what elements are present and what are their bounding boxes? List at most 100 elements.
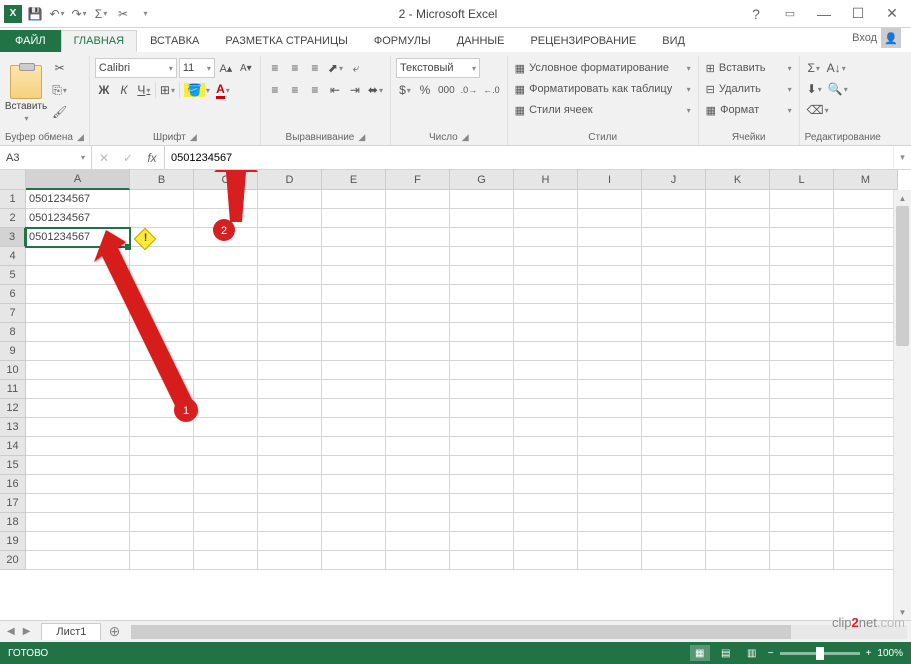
row-header-3[interactable]: 3 — [0, 228, 26, 247]
column-header-L[interactable]: L — [770, 170, 834, 190]
help-button[interactable]: ? — [741, 4, 771, 24]
cell-I7[interactable] — [578, 304, 642, 323]
cell-G17[interactable] — [450, 494, 514, 513]
cell-D20[interactable] — [258, 551, 322, 570]
format-as-table-button[interactable]: ▦ Форматировать как таблицу▾ — [513, 79, 693, 99]
cell-E16[interactable] — [322, 475, 386, 494]
cell-J5[interactable] — [642, 266, 706, 285]
cell-C2[interactable] — [194, 209, 258, 228]
cell-C18[interactable] — [194, 513, 258, 532]
number-format-combo[interactable]: Текстовый▾ — [396, 58, 480, 78]
cell-E2[interactable] — [322, 209, 386, 228]
cell-F1[interactable] — [386, 190, 450, 209]
cell-E19[interactable] — [322, 532, 386, 551]
zoom-in-button[interactable]: + — [866, 648, 872, 659]
cell-F9[interactable] — [386, 342, 450, 361]
cell-C12[interactable] — [194, 399, 258, 418]
cell-D9[interactable] — [258, 342, 322, 361]
cell-I12[interactable] — [578, 399, 642, 418]
scroll-up-button[interactable]: ▲ — [894, 190, 911, 206]
cell-G10[interactable] — [450, 361, 514, 380]
cell-H11[interactable] — [514, 380, 578, 399]
cell-B8[interactable] — [130, 323, 194, 342]
cell-A11[interactable] — [26, 380, 130, 399]
cell-M10[interactable] — [834, 361, 898, 380]
cell-E9[interactable] — [322, 342, 386, 361]
align-middle-button[interactable]: ≡ — [286, 58, 304, 78]
cell-I1[interactable] — [578, 190, 642, 209]
cell-A1[interactable]: 0501234567 — [26, 190, 130, 209]
cell-G11[interactable] — [450, 380, 514, 399]
cell-B20[interactable] — [130, 551, 194, 570]
cell-F17[interactable] — [386, 494, 450, 513]
cell-I16[interactable] — [578, 475, 642, 494]
cell-M5[interactable] — [834, 266, 898, 285]
cell-H12[interactable] — [514, 399, 578, 418]
row-header-16[interactable]: 16 — [0, 475, 26, 494]
row-header-9[interactable]: 9 — [0, 342, 26, 361]
cancel-formula-button[interactable]: ✕ — [92, 146, 116, 169]
cell-E1[interactable] — [322, 190, 386, 209]
cell-J9[interactable] — [642, 342, 706, 361]
cell-B2[interactable] — [130, 209, 194, 228]
cell-K9[interactable] — [706, 342, 770, 361]
cell-L11[interactable] — [770, 380, 834, 399]
cell-B14[interactable] — [130, 437, 194, 456]
cell-L8[interactable] — [770, 323, 834, 342]
redo-button[interactable]: ↷▾ — [69, 4, 89, 24]
cell-B5[interactable] — [130, 266, 194, 285]
cell-A18[interactable] — [26, 513, 130, 532]
cell-F12[interactable] — [386, 399, 450, 418]
cell-F15[interactable] — [386, 456, 450, 475]
cell-D14[interactable] — [258, 437, 322, 456]
wrap-text-button[interactable]: ⤶ — [347, 58, 365, 78]
cell-I3[interactable] — [578, 228, 642, 247]
cell-C8[interactable] — [194, 323, 258, 342]
cell-J2[interactable] — [642, 209, 706, 228]
cell-K19[interactable] — [706, 532, 770, 551]
bold-button[interactable]: Ж — [95, 80, 113, 100]
cell-styles-button[interactable]: ▦ Стили ячеек▾ — [513, 100, 693, 120]
cell-F2[interactable] — [386, 209, 450, 228]
cell-B18[interactable] — [130, 513, 194, 532]
cell-L6[interactable] — [770, 285, 834, 304]
cell-J15[interactable] — [642, 456, 706, 475]
cell-G2[interactable] — [450, 209, 514, 228]
cell-L20[interactable] — [770, 551, 834, 570]
cell-J4[interactable] — [642, 247, 706, 266]
cell-G12[interactable] — [450, 399, 514, 418]
increase-decimal-button[interactable]: .0→ — [459, 80, 480, 100]
cell-A9[interactable] — [26, 342, 130, 361]
column-header-D[interactable]: D — [258, 170, 322, 190]
alignment-dialog-launcher[interactable]: ◢ — [358, 132, 365, 143]
tab-data[interactable]: ДАННЫЕ — [444, 30, 518, 52]
row-header-14[interactable]: 14 — [0, 437, 26, 456]
italic-button[interactable]: К — [115, 80, 133, 100]
cell-K15[interactable] — [706, 456, 770, 475]
vertical-scrollbar-thumb[interactable] — [896, 206, 909, 346]
cell-E15[interactable] — [322, 456, 386, 475]
cell-H17[interactable] — [514, 494, 578, 513]
increase-font-button[interactable]: A▴ — [217, 58, 235, 78]
save-button[interactable]: 💾 — [25, 4, 45, 24]
column-header-C[interactable]: C — [194, 170, 258, 190]
row-header-19[interactable]: 19 — [0, 532, 26, 551]
cell-F20[interactable] — [386, 551, 450, 570]
cell-G13[interactable] — [450, 418, 514, 437]
cell-C14[interactable] — [194, 437, 258, 456]
cell-H16[interactable] — [514, 475, 578, 494]
cell-J7[interactable] — [642, 304, 706, 323]
cell-F14[interactable] — [386, 437, 450, 456]
cell-B11[interactable] — [130, 380, 194, 399]
cell-M2[interactable] — [834, 209, 898, 228]
number-dialog-launcher[interactable]: ◢ — [462, 132, 469, 143]
row-header-12[interactable]: 12 — [0, 399, 26, 418]
cell-M6[interactable] — [834, 285, 898, 304]
cell-L16[interactable] — [770, 475, 834, 494]
cell-J20[interactable] — [642, 551, 706, 570]
sheet-nav-prev[interactable]: ◀ — [4, 626, 18, 637]
cell-D10[interactable] — [258, 361, 322, 380]
cell-A3[interactable]: 0501234567 — [26, 228, 130, 247]
undo-button[interactable]: ↶▾ — [47, 4, 67, 24]
row-header-6[interactable]: 6 — [0, 285, 26, 304]
